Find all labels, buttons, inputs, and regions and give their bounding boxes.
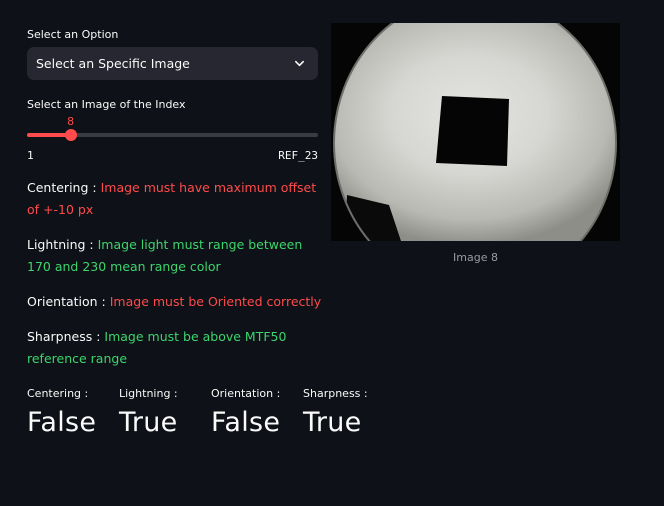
- metric-label: Sharpness :: [303, 387, 368, 400]
- app-root: Select an Option Select an Specific Imag…: [0, 0, 664, 506]
- metric-orientation: Orientation : False: [211, 387, 280, 438]
- select-value: Select an Specific Image: [36, 56, 190, 71]
- chevron-down-icon: [295, 60, 304, 67]
- metric-sharpness: Sharpness : True: [303, 387, 368, 438]
- test-image: [331, 23, 620, 241]
- criterion-name: Centering :: [27, 180, 97, 195]
- criterion-lightning: Lightning : Image light must range betwe…: [27, 234, 323, 278]
- criterion-sharpness: Sharpness : Image must be above MTF50 re…: [27, 326, 323, 370]
- slider-current-value: 8: [67, 115, 75, 128]
- metric-value: False: [27, 407, 97, 438]
- metric-value: True: [303, 407, 362, 438]
- slider-max-label: REF_23: [278, 149, 318, 162]
- criterion-orientation: Orientation : Image must be Oriented cor…: [27, 291, 323, 313]
- select-label: Select an Option: [27, 28, 119, 41]
- fisheye-target-image: [331, 23, 620, 241]
- image-option-select[interactable]: Select an Specific Image: [27, 47, 318, 80]
- criterion-name: Lightning :: [27, 237, 94, 252]
- metric-label: Centering :: [27, 387, 89, 400]
- slider-label: Select an Image of the Index: [27, 98, 186, 111]
- criterion-name: Orientation :: [27, 294, 106, 309]
- metric-label: Lightning :: [119, 387, 178, 400]
- metric-value: True: [119, 407, 178, 438]
- metric-value: False: [211, 407, 281, 438]
- slider-min-label: 1: [27, 149, 34, 162]
- metric-label: Orientation :: [211, 387, 281, 400]
- criterion-message: Image must be Oriented correctly: [109, 294, 322, 309]
- criterion-name: Sharpness :: [27, 329, 101, 344]
- criterion-centering: Centering : Image must have maximum offs…: [27, 177, 323, 221]
- metric-centering: Centering : False: [27, 387, 96, 438]
- slider-thumb[interactable]: [64, 129, 77, 141]
- metric-lightning: Lightning : True: [119, 387, 178, 438]
- image-caption: Image 8: [453, 251, 498, 264]
